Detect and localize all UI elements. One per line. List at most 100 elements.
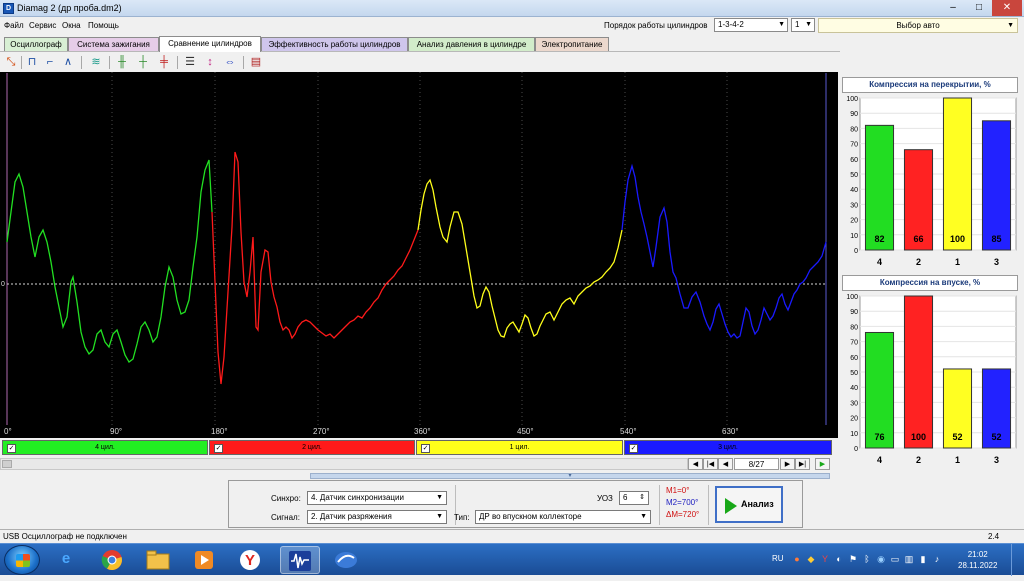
checkbox-icon[interactable]: ✓ xyxy=(214,444,223,453)
network-icon[interactable]: ▥ xyxy=(904,554,914,564)
intake-chart-title: Компрессия на впуске, % xyxy=(842,275,1018,291)
bar-value-label: 85 xyxy=(991,234,1001,244)
browser-icon[interactable] xyxy=(326,546,366,574)
chrome-icon[interactable] xyxy=(92,546,132,574)
tray-flag-icon[interactable]: ⚑ xyxy=(848,554,858,564)
x-tick-label: 0° xyxy=(4,427,12,436)
show-desktop-button[interactable] xyxy=(1011,544,1024,576)
cursor-select-icon[interactable]: ⤡ xyxy=(3,55,19,70)
language-indicator[interactable]: RU xyxy=(772,554,784,563)
tab-pressure-analysis[interactable]: Анализ давления в цилиндре xyxy=(408,37,535,51)
tab-oscilloscope[interactable]: Осциллограф xyxy=(4,37,68,51)
pulse-icon[interactable]: ⊓ xyxy=(24,55,40,70)
horizontal-scale-icon[interactable]: ⇔ xyxy=(222,55,238,70)
print-icon[interactable]: ▤ xyxy=(248,55,264,70)
channel-cylinder-4[interactable]: ✓ 4 цил. xyxy=(2,440,208,455)
analyze-button[interactable]: Анализ xyxy=(715,486,783,523)
category-label: 3 xyxy=(994,257,999,267)
cylinder-order-select[interactable]: 1-3-4-2 ▼ xyxy=(714,18,788,32)
pulse-peak-icon[interactable]: ∧ xyxy=(60,55,76,70)
tab-strip: Осциллограф Система зажигания Сравнение … xyxy=(4,36,1024,52)
chevron-down-icon: ▼ xyxy=(778,21,785,28)
auto-select-dropdown[interactable]: Выбор авто ▼ xyxy=(818,18,1018,33)
oscillogram-plot[interactable]: 0 xyxy=(0,72,838,425)
y-tick-label: 20 xyxy=(850,416,858,423)
yandex-icon[interactable]: Y xyxy=(230,546,270,574)
toolbar-separator xyxy=(243,56,244,69)
scroll-thumb[interactable] xyxy=(2,460,12,468)
channel-label: 1 цил. xyxy=(509,444,530,451)
channel-cylinder-3[interactable]: ✓ 3 цил. xyxy=(624,440,832,455)
prev-page-button[interactable]: ◀ xyxy=(718,458,733,470)
signal-select[interactable]: 2. Датчик разряжения ▼ xyxy=(307,510,447,524)
volume-icon[interactable]: ♪ xyxy=(932,554,942,564)
page-indicator: 8/27 xyxy=(734,458,779,470)
marker-icon[interactable]: ┼ xyxy=(135,55,151,70)
y-tick-label: 30 xyxy=(850,400,858,407)
menu-service[interactable]: Сервис xyxy=(29,21,56,30)
menu-help[interactable]: Помощь xyxy=(88,21,119,30)
tray-yandex-icon[interactable]: Y xyxy=(820,554,830,564)
close-button[interactable]: ✕ xyxy=(992,0,1022,16)
clock-time: 21:02 xyxy=(967,550,988,559)
y-tick-label: 40 xyxy=(850,385,858,392)
channel-cylinder-1[interactable]: ✓ 1 цил. xyxy=(416,440,623,455)
scroll-left-button[interactable]: ◀ xyxy=(688,458,703,470)
channel-cylinder-2[interactable]: ✓ 2 цил. xyxy=(209,440,415,455)
compression-panel: Компрессия на перекрытии, % 100 90 80 70 60 5… xyxy=(838,72,1024,472)
menu-file[interactable]: Файл xyxy=(4,21,24,30)
checkbox-icon[interactable]: ✓ xyxy=(629,444,638,453)
horizontal-scrollbar[interactable] xyxy=(0,458,688,470)
channel-label: 3 цил. xyxy=(718,444,738,451)
chevron-down-icon: ▼ xyxy=(805,21,812,28)
vertical-scale-icon[interactable]: ↕ xyxy=(202,55,218,70)
type-select[interactable]: ДР во впускном коллекторе ▼ xyxy=(475,510,651,524)
tab-cylinder-comparison[interactable]: Сравнение цилиндров xyxy=(159,36,261,52)
cylinder-split-icon[interactable]: ╪ xyxy=(156,55,172,70)
tab-power-supply[interactable]: Электропитание xyxy=(535,37,609,51)
channel-label: 2 цил. xyxy=(302,444,322,451)
chevron-down-icon: ▼ xyxy=(436,494,443,501)
menu-windows[interactable]: Окна xyxy=(62,21,81,30)
filter-icon[interactable]: ≋ xyxy=(88,55,104,70)
last-page-button[interactable]: ▶| xyxy=(795,458,810,470)
checkbox-icon[interactable]: ✓ xyxy=(7,444,16,453)
checkbox-icon[interactable]: ✓ xyxy=(421,444,430,453)
minimize-button[interactable]: – xyxy=(940,0,966,16)
tray-app-icon[interactable]: ◐ xyxy=(834,554,844,564)
toolbar-separator xyxy=(177,56,178,69)
first-page-button[interactable]: |◀ xyxy=(703,458,718,470)
cylinder-index-select[interactable]: 1 ▼ xyxy=(791,18,815,32)
maximize-button[interactable]: □ xyxy=(966,0,992,16)
multi-cylinder-icon[interactable]: ╫ xyxy=(114,55,130,70)
tray-monitor-icon[interactable]: ▭ xyxy=(890,554,900,564)
toolbar: ⤡ ⊓ ⌐ ∧ ≋ ╫ ┼ ╪ ☰ ↕ ⇔ ▤ xyxy=(0,51,840,71)
next-page-button[interactable]: ▶ xyxy=(780,458,795,470)
grid-lines-icon[interactable]: ☰ xyxy=(182,55,198,70)
tray-app-icon[interactable]: ● xyxy=(792,554,802,564)
y-tick-label: 30 xyxy=(850,202,858,209)
ie-icon[interactable]: e xyxy=(46,546,86,574)
tab-cylinder-efficiency[interactable]: Эффективность работы цилиндров xyxy=(261,37,408,51)
tray-app-icon[interactable]: ◆ xyxy=(806,554,816,564)
marker-info: M1=0° M2=700° ΔM=720° xyxy=(666,485,699,521)
battery-icon[interactable]: ▮ xyxy=(918,554,928,564)
bar-cylinder-1 xyxy=(942,97,973,251)
uoz-stepper[interactable]: 6 ⇕ xyxy=(619,491,649,505)
play-button[interactable]: ▶ xyxy=(815,458,830,470)
bluetooth-icon[interactable]: ᛒ xyxy=(862,554,872,564)
media-player-icon[interactable] xyxy=(184,546,224,574)
chevron-down-icon: ▼ xyxy=(640,513,647,520)
pulse-up-icon[interactable]: ⌐ xyxy=(42,55,58,70)
explorer-icon[interactable] xyxy=(138,546,178,574)
panel-splitter[interactable]: ▾ xyxy=(310,473,830,479)
spin-arrows-icon[interactable]: ⇕ xyxy=(639,492,645,504)
usb-status: USB Осциллограф не подключен xyxy=(3,532,127,541)
tray-app-icon[interactable]: ◉ xyxy=(876,554,886,564)
tab-ignition-system[interactable]: Система зажигания xyxy=(68,37,159,51)
sync-select[interactable]: 4. Датчик синхронизации ▼ xyxy=(307,491,447,505)
diamag-icon[interactable] xyxy=(280,546,320,574)
clock-date: 28.11.2022 xyxy=(958,561,998,570)
start-button[interactable] xyxy=(4,545,40,575)
clock[interactable]: 21:02 28.11.2022 xyxy=(958,549,997,571)
